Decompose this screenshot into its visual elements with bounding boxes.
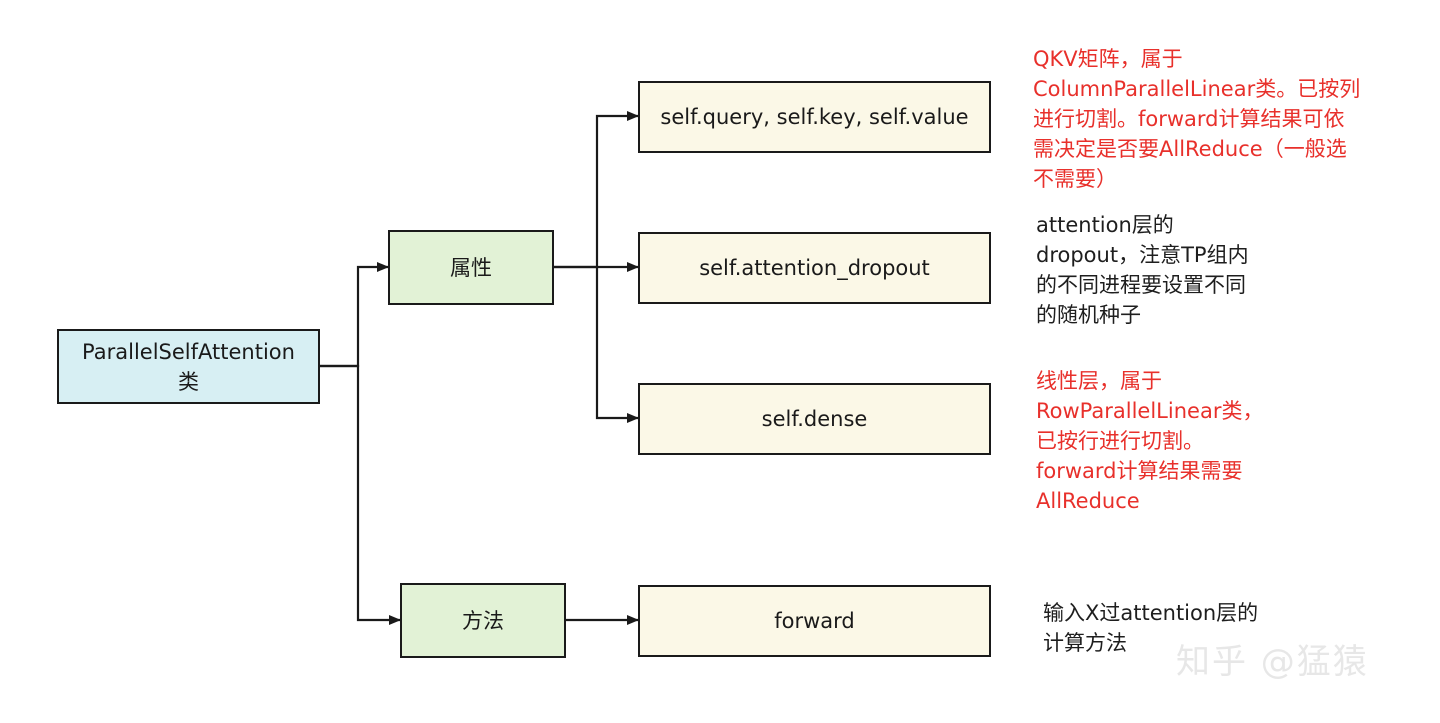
attention-dropout-node: self.attention_dropout	[638, 232, 991, 304]
root-class-node: ParallelSelfAttention 类	[57, 329, 320, 404]
connector-attributes-to-dense	[595, 267, 639, 423]
dense-note-line: forward计算结果需要	[1036, 459, 1243, 483]
attention-dropout-label: self.attention_dropout	[699, 256, 930, 280]
dense-note: 线性层，属于 RowParallelLinear类， 已按行进行切割。 forw…	[1036, 366, 1263, 516]
qkv-label: self.query, self.key, self.value	[660, 105, 969, 129]
qkv-note-line: 需决定是否要AllReduce（一般选	[1033, 137, 1347, 161]
qkv-note-line: ColumnParallelLinear类。已按列	[1033, 77, 1361, 101]
connector-root-to-methods	[320, 364, 401, 625]
attention-dropout-note-line: dropout，注意TP组内	[1036, 243, 1249, 267]
attention-dropout-note-line: attention层的	[1036, 213, 1174, 237]
attention-dropout-note-line: 的不同进程要设置不同	[1036, 273, 1246, 297]
dense-label: self.dense	[761, 407, 868, 431]
qkv-node: self.query, self.key, self.value	[638, 81, 991, 153]
root-class-name: ParallelSelfAttention	[82, 339, 295, 364]
attention-dropout-note: attention层的 dropout，注意TP组内 的不同进程要设置不同 的随…	[1036, 210, 1249, 330]
watermark: 知乎 @猛猿	[1176, 642, 1369, 682]
dense-note-line: RowParallelLinear类，	[1036, 399, 1264, 423]
qkv-note-line: 不需要）	[1033, 167, 1117, 191]
attention-dropout-note-line: 的随机种子	[1036, 303, 1141, 327]
forward-note-line: 输入X过attention层的	[1043, 601, 1259, 625]
connector-attributes-to-qkv	[554, 111, 639, 269]
dense-note-line: 已按行进行切割。	[1036, 429, 1204, 453]
forward-node: forward	[638, 585, 991, 657]
dense-note-line: 线性层，属于	[1036, 369, 1162, 393]
qkv-note-line: QKV矩阵，属于	[1033, 47, 1183, 71]
dense-note-line: AllReduce	[1036, 489, 1140, 513]
attributes-node: 属性	[388, 230, 554, 305]
forward-label: forward	[774, 609, 855, 633]
methods-node: 方法	[400, 583, 566, 658]
connector-root-to-attributes	[320, 262, 389, 368]
methods-label: 方法	[462, 608, 504, 633]
qkv-note: QKV矩阵，属于 ColumnParallelLinear类。已按列 进行切割。…	[1033, 44, 1360, 194]
root-class-suffix: 类	[178, 369, 199, 394]
dense-node: self.dense	[638, 383, 991, 455]
qkv-note-line: 进行切割。forward计算结果可依	[1033, 107, 1345, 131]
attributes-label: 属性	[450, 255, 492, 280]
